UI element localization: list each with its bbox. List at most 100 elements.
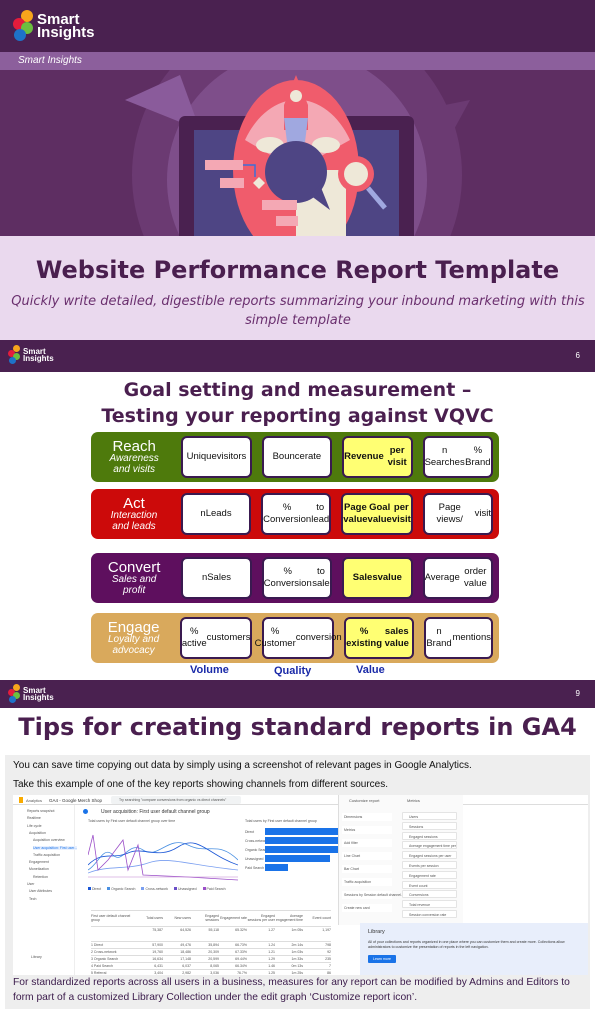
page-number: 9 (575, 689, 580, 698)
metric-item[interactable]: Engaged sessions (402, 831, 457, 840)
logo-mark-icon (8, 345, 20, 365)
customize-item[interactable]: Sessions by Session default channel... (342, 891, 404, 899)
row-label: Convert Sales and profit (107, 558, 161, 596)
ga4-screenshot: Analytics GA4 - Google Merch Shop Try se… (13, 795, 588, 975)
customize-item[interactable]: Bar Chart (342, 865, 392, 873)
table-row: 5 Referral 3,404 2,982 3,036 76.7% 1.25 1m 25s… (91, 969, 331, 975)
metric-item[interactable]: Total revenue (402, 900, 457, 909)
title-line: Testing your reporting against VQVC (101, 405, 494, 427)
metric-cell: Page value Goal value per visit (341, 493, 413, 535)
vqvc-row-reach: Reach Awareness and visits Unique visitors Bo… (91, 432, 499, 482)
metric-cell: Average order value (422, 557, 493, 599)
bar (265, 855, 330, 862)
metric-cell: nSales (181, 557, 252, 599)
ga-nav-item[interactable]: Engagement (29, 860, 49, 864)
legend-item: Cross-network (141, 887, 168, 891)
table-row: 2 Cross-network 19,760 18,486 20,309 67.33% 1… (91, 948, 331, 954)
metric-cell: % Conversion to lead (261, 493, 332, 535)
intro-text: You can save time copying out data by si… (13, 760, 472, 771)
customize-item[interactable]: Create new card (342, 904, 392, 912)
logo-mark-icon (8, 684, 20, 704)
line-chart (88, 834, 238, 881)
smart-insights-logo: Smart Insights (8, 684, 54, 704)
row-label: Act Interaction and leads (110, 494, 158, 532)
metric-item[interactable]: Event count (402, 880, 457, 889)
ga-nav-item[interactable]: User (27, 882, 34, 886)
brand-band: Smart Insights (0, 52, 595, 70)
legend-item: Paid Search (202, 887, 226, 891)
customize-item[interactable]: Dimensions (342, 813, 392, 821)
legend-item: Unassigned (174, 887, 197, 891)
legend-item: Direct (88, 887, 101, 891)
metric-item[interactable]: Events per session (402, 861, 457, 869)
ga-nav-item[interactable]: Acquisition (29, 831, 46, 835)
smart-insights-logo: Smart Insights (12, 9, 95, 43)
slide6-title: Goal setting and measurement – Testing y… (0, 377, 595, 429)
customize-item[interactable]: Line Chart (342, 852, 392, 860)
customize-title: Customize report (349, 798, 380, 803)
column-label-quality: Quality (274, 665, 312, 677)
ga-nav-item[interactable]: Realtime (27, 816, 41, 820)
ga-report-title: User acquisition: First user default cha… (101, 809, 210, 815)
ga-search-input[interactable]: Try searching "compare conversions from … (111, 796, 241, 804)
customize-item[interactable]: Add filter (342, 839, 392, 847)
metric-item[interactable]: Sessions (402, 821, 457, 830)
ga-nav-item[interactable]: Library (31, 955, 42, 959)
hero-illustration (0, 70, 595, 236)
analytics-logo-icon (19, 797, 23, 803)
metric-item[interactable]: Engaged sessions per user (402, 851, 457, 860)
metric-item[interactable]: Users (402, 812, 457, 820)
ga-nav-item[interactable]: Traffic acquisition (33, 853, 60, 857)
table-row: 4 Paid Search 6,431 6,037 8,065 66.34% 1.46 0m… (91, 962, 331, 968)
learn-more-button[interactable]: Learn more (368, 955, 396, 963)
intro-text: Take this example of one of the key repo… (13, 779, 389, 790)
ga-nav-item[interactable]: Tech (29, 897, 36, 901)
outro-text: For standardized reports across all user… (13, 977, 570, 1003)
metric-cell: % Customer conversion (255, 617, 342, 659)
metric-item[interactable]: Conversions (402, 890, 457, 899)
table-row: 3 Organic Search 16,634 17,148 20,599 69.44%… (91, 955, 331, 961)
logo-text: Insights (23, 354, 54, 363)
metric-cell: % Conversion to sale (261, 557, 333, 599)
legend-item: Organic Search (107, 887, 135, 891)
library-text: All of your collections and reports orga… (368, 940, 565, 950)
customize-item[interactable]: Metrics (342, 826, 392, 834)
bar-label: Paid Search (245, 866, 265, 870)
metric-cell: Bounce rate (261, 436, 333, 478)
slide9-title: Tips for creating standard reports in GA… (18, 713, 577, 741)
metric-item[interactable]: Average engagement time per session (402, 841, 457, 850)
ga-property: GA4 - Google Merch Shop (49, 798, 103, 803)
slide-header: Smart Insights 9 (0, 680, 595, 708)
cover-title-area: Website Performance Report Template Quic… (0, 236, 595, 340)
ga-nav-item[interactable]: User acquisition: First user... (33, 845, 78, 850)
library-title: Library (368, 929, 385, 935)
ga-nav-item[interactable]: Acquisition overview (33, 838, 65, 842)
metric-cell: Unique visitors (181, 436, 252, 478)
ga-nav-item[interactable]: Retention (33, 875, 48, 879)
bar-label: Direct (245, 830, 255, 834)
cover-header: Smart Insights (0, 0, 595, 52)
totals-row: 75,387 64,526 55,118 65.32% 1.27 1m 05s 1,197 (91, 926, 331, 933)
ga-nav-item[interactable]: User Attributes (29, 889, 52, 893)
metric-cell: % active customers (180, 617, 253, 659)
metric-item[interactable]: Session conversion rate (402, 910, 457, 918)
logo-mark-icon (12, 9, 34, 43)
metric-cell: % existing sales value (344, 617, 414, 659)
metrics-title: Metrics (407, 798, 420, 803)
ga-nav-item[interactable]: Life cycle (27, 824, 42, 828)
compare-icon[interactable] (83, 809, 88, 814)
library-panel: Library All of your collections and repo… (360, 923, 588, 975)
vqvc-row-act: Act Interaction and leads nLeads% Conversio… (91, 489, 499, 539)
row-label: Reach Awareness and visits (109, 437, 159, 475)
metric-item[interactable]: Engagement rate (402, 870, 457, 879)
table-row: 1 Direct 57,900 49,476 35,894 66.73% 1.24 2m 1… (91, 941, 331, 947)
metric-cell: n Searches% Brand (422, 436, 493, 478)
band-label: Smart Insights (18, 55, 82, 66)
vqvc-row-convert: Convert Sales and profit nSales% Conversion… (91, 553, 499, 603)
ga-nav-item[interactable]: Reports snapshot (27, 809, 54, 813)
customize-item[interactable]: Traffic acquisition (342, 878, 392, 886)
smart-insights-logo: Smart Insights (8, 345, 54, 365)
ga-nav-item[interactable]: Monetization (29, 867, 49, 871)
slide-header: Smart Insights 6 (0, 340, 595, 372)
ga-app-name: Analytics (26, 798, 43, 803)
